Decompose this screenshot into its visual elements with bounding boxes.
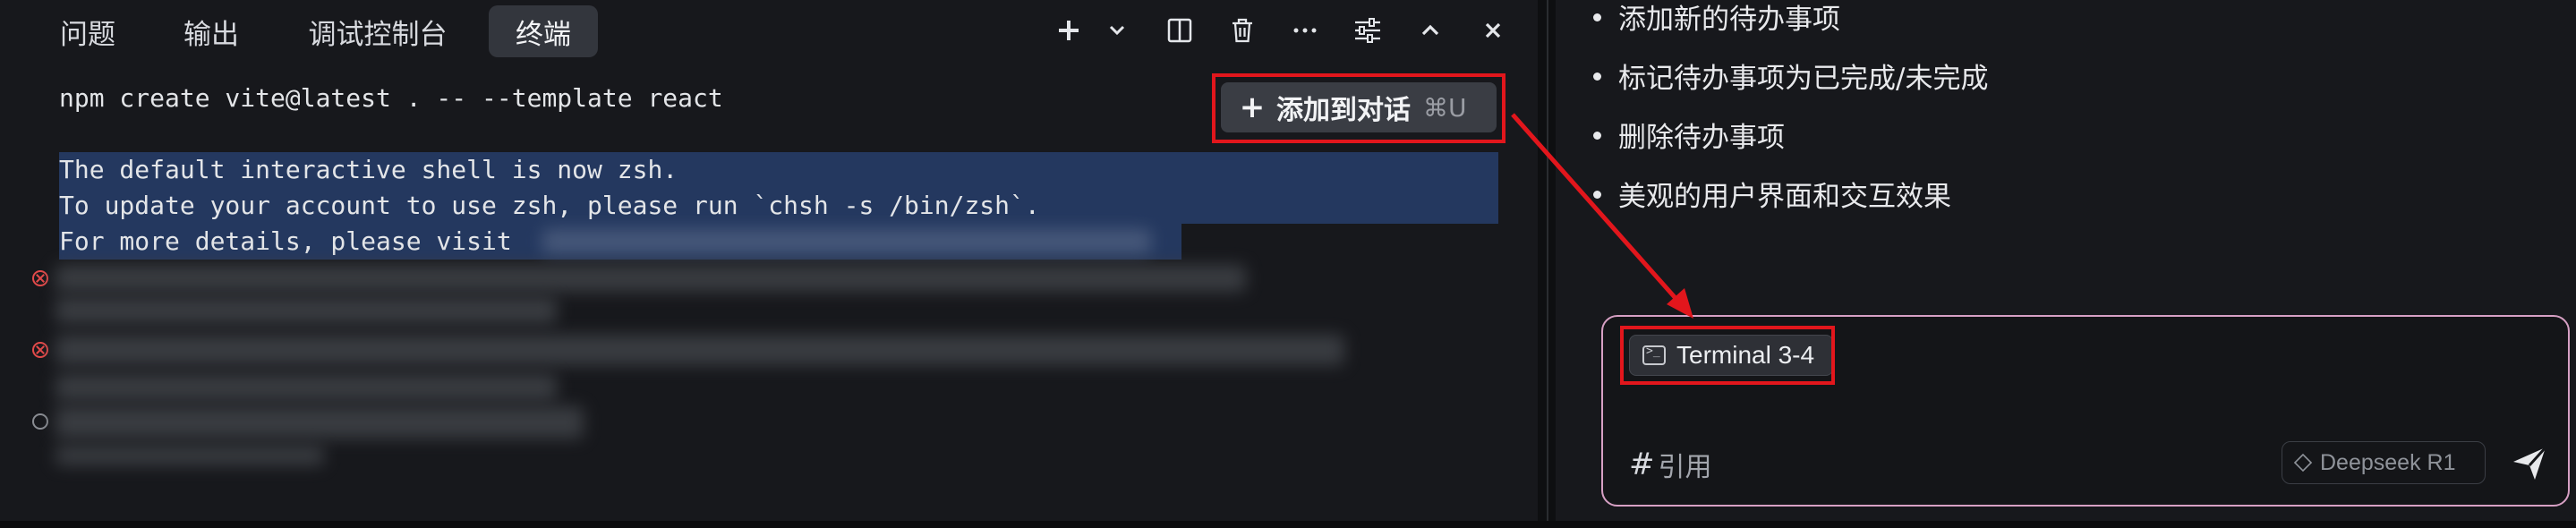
annotation-arrow — [1511, 113, 1693, 319]
window-bottom-edge — [0, 521, 2576, 528]
